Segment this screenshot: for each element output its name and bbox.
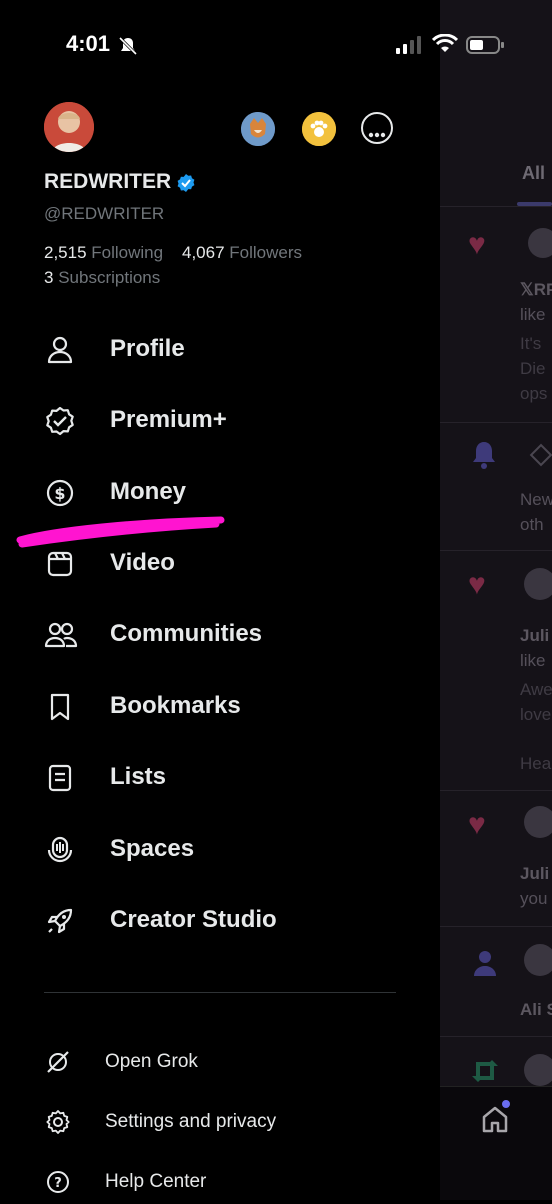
avatar — [524, 568, 552, 600]
following-count: 2,515 — [44, 243, 87, 262]
snippet: Juli — [520, 626, 550, 645]
notification-dot — [502, 1100, 510, 1108]
battery-icon — [466, 35, 506, 60]
status-time: 4:01 — [66, 31, 111, 56]
snippet: you — [520, 889, 548, 908]
snippet: oth — [520, 515, 544, 534]
bell-slash-icon — [118, 36, 138, 61]
avatar — [524, 944, 552, 976]
rocket-icon — [44, 905, 76, 937]
verified-badge-icon — [44, 405, 76, 437]
divider — [440, 790, 552, 791]
followers-count: 4,067 — [182, 243, 225, 262]
following-link[interactable]: 2,515 Following — [44, 243, 163, 262]
verified-badge-icon — [176, 173, 196, 198]
menu-label: Money — [110, 478, 187, 505]
menu-item-spaces[interactable]: Spaces — [40, 824, 430, 876]
menu-label: Creator Studio — [110, 906, 277, 933]
menu-label: Settings and privacy — [105, 1111, 277, 1132]
menu-label: Communities — [110, 620, 263, 647]
menu-item-bookmarks[interactable]: Bookmarks — [40, 681, 430, 733]
menu-label: Open Grok — [105, 1051, 198, 1072]
snippet: like — [520, 305, 546, 324]
snippet: Die — [520, 359, 546, 378]
menu-item-help-center[interactable]: ? Help Center — [40, 1160, 430, 1204]
divider — [440, 926, 552, 927]
svg-text:$: $ — [54, 484, 65, 503]
bookmark-icon — [44, 691, 76, 723]
menu-item-settings[interactable]: Settings and privacy — [40, 1100, 430, 1144]
display-name[interactable]: REDWRITER — [44, 170, 171, 194]
divider — [44, 992, 396, 993]
divider — [440, 206, 552, 207]
snippet: New — [520, 490, 552, 509]
menu-label: Bookmarks — [110, 692, 241, 719]
avatar — [524, 806, 552, 838]
menu-label: Profile — [110, 335, 185, 362]
menu-label: Premium+ — [110, 406, 227, 433]
snippet: Juli — [520, 864, 550, 883]
more-options-button[interactable] — [361, 112, 393, 144]
menu-item-communities[interactable]: Communities — [40, 609, 430, 661]
more-icon — [368, 125, 386, 143]
snippet: It's — [520, 334, 542, 353]
signal-icon — [396, 36, 424, 59]
wifi-icon — [431, 33, 459, 59]
menu-item-creator-studio[interactable]: Creator Studio — [40, 895, 430, 947]
subscriptions-count: 3 — [44, 268, 54, 287]
snippet: like — [520, 651, 546, 670]
background-notifications-panel: All ♥ 𝕏RP like It's Die ops New oth ♥ Ju… — [440, 0, 552, 1200]
subscriptions-label: Subscriptions — [58, 268, 161, 287]
menu-item-lists[interactable]: Lists — [40, 752, 430, 804]
divider — [440, 422, 552, 423]
bell-icon — [470, 440, 498, 475]
following-label: Following — [91, 243, 164, 262]
heart-icon: ♥ — [468, 808, 486, 841]
snippet: 𝕏RP — [520, 280, 552, 299]
gear-icon — [44, 1108, 72, 1136]
subscriptions-link[interactable]: 3 Subscriptions — [44, 268, 160, 288]
repost-icon — [470, 1058, 500, 1089]
account-switch-avatar[interactable] — [241, 112, 275, 146]
grok-icon — [528, 442, 552, 473]
svg-text:?: ? — [54, 1176, 62, 1191]
grok-icon — [44, 1048, 72, 1076]
dollar-circle-icon: $ — [44, 477, 76, 509]
home-icon[interactable] — [480, 1104, 510, 1139]
snippet: love — [520, 705, 552, 724]
heart-icon: ♥ — [468, 568, 486, 601]
menu-item-premium[interactable]: Premium+ — [40, 395, 430, 447]
followers-link[interactable]: 4,067 Followers — [182, 243, 302, 262]
spaces-icon — [44, 834, 76, 866]
snippet: Awe — [520, 680, 552, 699]
person-icon — [44, 334, 76, 366]
avatar — [524, 1054, 552, 1086]
help-icon: ? — [44, 1168, 72, 1196]
snippet: ops — [520, 384, 548, 403]
divider — [440, 550, 552, 551]
snippet: Hea — [520, 754, 552, 773]
menu-label: Lists — [110, 763, 167, 790]
highlight-annotation-stroke — [16, 512, 226, 557]
account-switch-avatar[interactable] — [302, 112, 336, 146]
avatar — [528, 228, 552, 258]
follow-stats: 2,515 Following 4,067 Followers — [44, 243, 302, 263]
followers-label: Followers — [229, 243, 303, 262]
menu-label: Spaces — [110, 835, 195, 862]
heart-icon: ♥ — [468, 228, 486, 261]
person-icon — [472, 948, 498, 983]
snippet: Ali S — [520, 1000, 552, 1019]
user-handle: @REDWRITER — [44, 204, 165, 223]
tab-all[interactable]: All — [522, 163, 545, 184]
communities-icon — [44, 619, 78, 651]
profile-avatar[interactable] — [44, 102, 94, 152]
menu-item-open-grok[interactable]: Open Grok — [40, 1040, 430, 1084]
list-icon — [44, 762, 76, 794]
menu-item-profile[interactable]: Profile — [40, 324, 430, 376]
divider — [440, 1036, 552, 1037]
menu-label: Help Center — [105, 1171, 207, 1192]
